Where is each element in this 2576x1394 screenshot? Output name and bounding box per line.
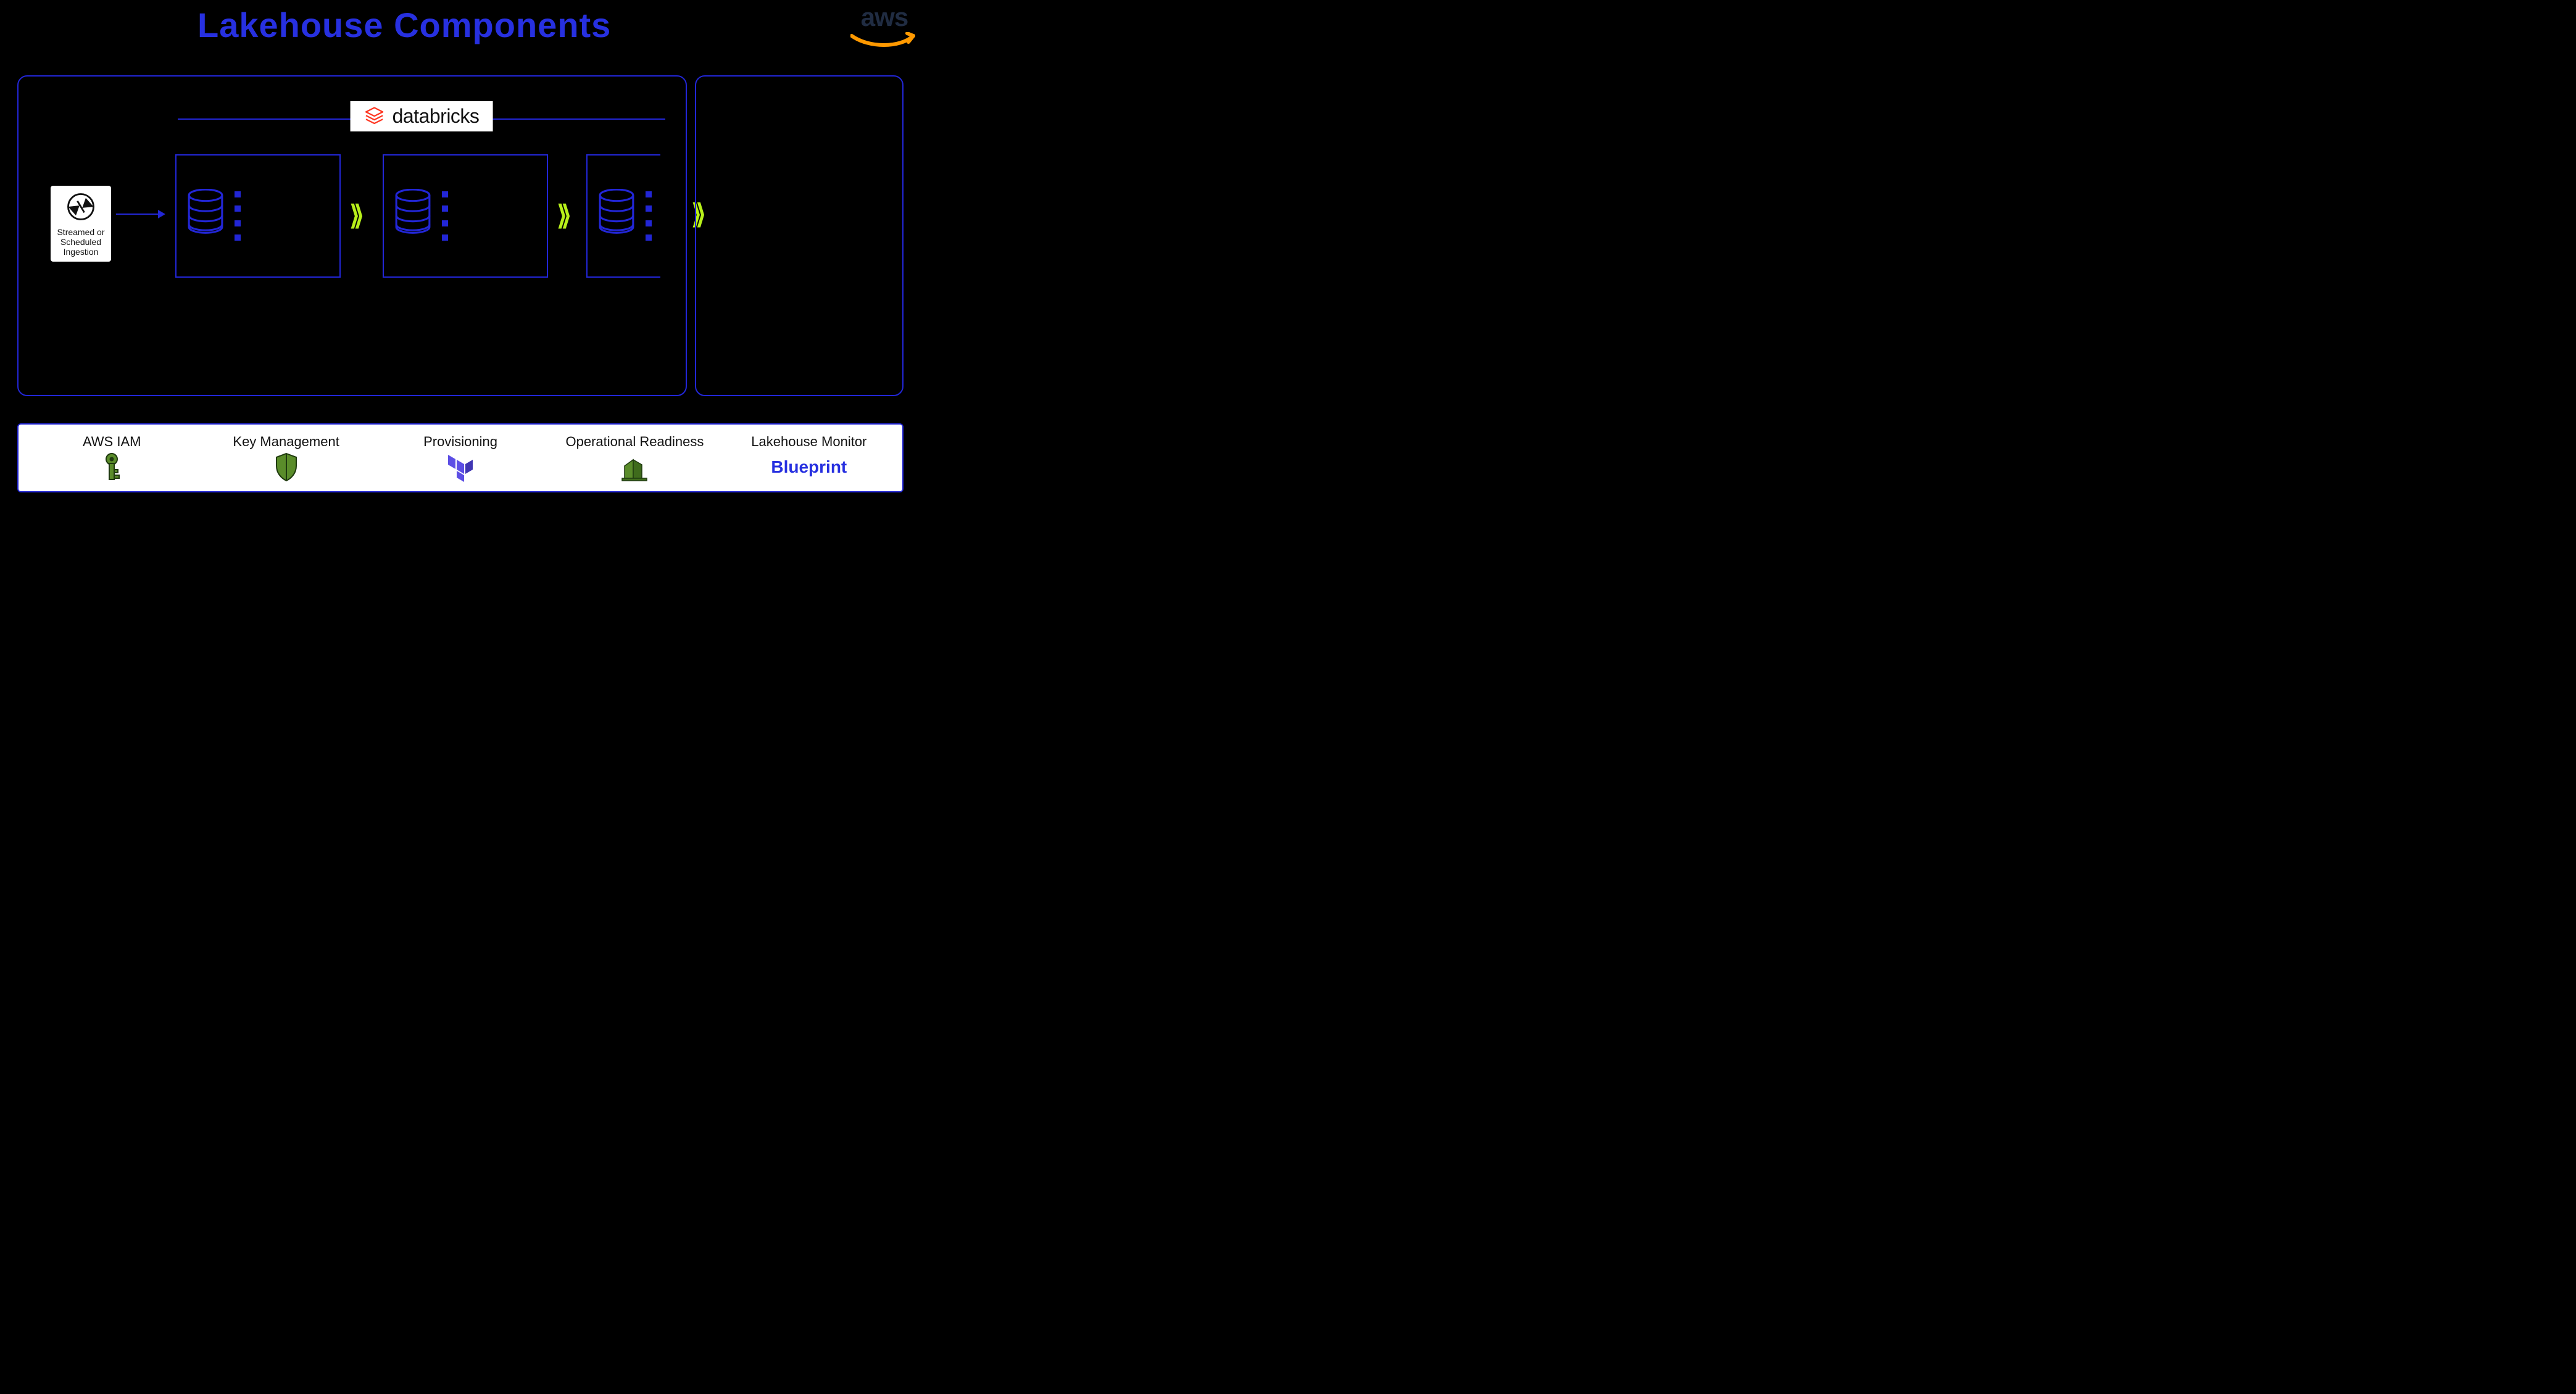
key-icon — [25, 452, 199, 482]
dotted-divider — [235, 191, 236, 241]
building-icon — [547, 452, 721, 482]
chevron-right-icon: ⟩⟩ — [349, 200, 358, 231]
pipeline-container: databricks Streamed or Scheduled Ingesti… — [17, 75, 687, 396]
refresh-cycle-icon — [64, 189, 98, 224]
service-operational-readiness: Operational Readiness — [547, 434, 721, 482]
service-lakehouse-monitor: Lakehouse Monitor Blueprint — [722, 434, 896, 482]
service-label: Lakehouse Monitor — [722, 434, 896, 450]
service-label: Operational Readiness — [547, 434, 721, 450]
databricks-icon — [364, 106, 385, 127]
aws-logo: aws — [850, 2, 918, 52]
terraform-icon — [373, 452, 547, 482]
databricks-label: databricks — [393, 105, 480, 128]
service-aws-iam: AWS IAM — [25, 434, 199, 482]
arrow-icon — [116, 214, 164, 215]
pipeline-top-rule: databricks — [178, 118, 665, 120]
page-title: Lakehouse Components — [197, 5, 611, 45]
aws-smile-icon — [850, 32, 918, 49]
chevron-right-icon: ⟩⟩ — [557, 200, 565, 231]
service-label: Key Management — [199, 434, 373, 450]
databricks-badge: databricks — [351, 101, 493, 131]
database-icon — [186, 189, 225, 240]
database-icon — [394, 189, 432, 240]
dotted-divider — [442, 191, 443, 241]
database-icon — [597, 189, 636, 240]
service-provisioning: Provisioning — [373, 434, 547, 482]
aws-text: aws — [850, 2, 918, 32]
ingestion-card: Streamed or Scheduled Ingestion — [51, 186, 111, 262]
dotted-divider — [646, 191, 647, 241]
consumer-container — [695, 75, 904, 396]
ingestion-label: Streamed or Scheduled Ingestion — [53, 227, 109, 257]
foundation-services-bar: AWS IAM Key Management Provisioning — [17, 423, 904, 492]
service-key-management: Key Management — [199, 434, 373, 482]
shield-icon — [199, 452, 373, 482]
service-label: AWS IAM — [25, 434, 199, 450]
blueprint-brand: Blueprint — [771, 457, 847, 477]
service-label: Provisioning — [373, 434, 547, 450]
